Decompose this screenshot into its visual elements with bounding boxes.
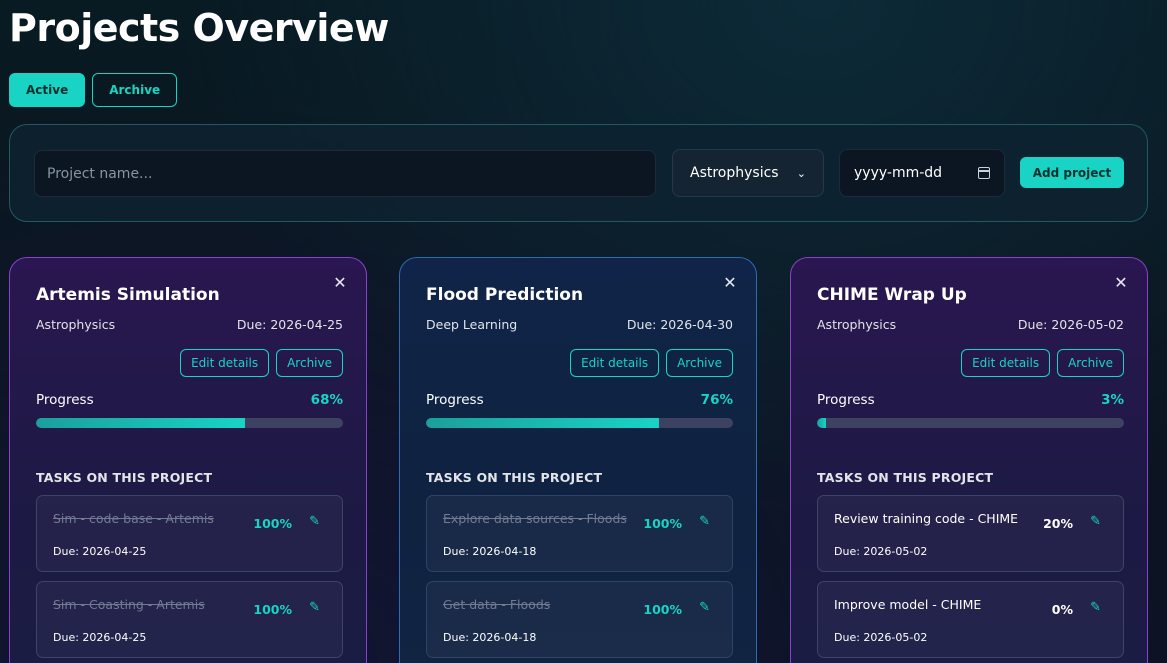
- project-category: Deep Learning: [426, 317, 518, 332]
- project-category: Astrophysics: [817, 317, 897, 332]
- due-date-input[interactable]: yyyy-mm-dd: [839, 149, 1005, 197]
- task-due-date: Due: 2026-05-02: [834, 545, 928, 558]
- progress-label: Progress: [36, 392, 94, 408]
- task-name: Review training code - CHIME: [834, 511, 1019, 526]
- task-percent: 100%: [253, 602, 292, 617]
- task-percent: 20%: [1043, 516, 1073, 531]
- task-name: Sim - code base - Artemis: [53, 511, 214, 526]
- pencil-icon[interactable]: ✎: [309, 514, 320, 529]
- close-icon[interactable]: ✕: [722, 275, 738, 291]
- task-percent: 100%: [643, 516, 682, 531]
- task-percent: 100%: [253, 516, 292, 531]
- project-card: ✕ Artemis Simulation Astrophysics Due: 2…: [9, 257, 367, 663]
- chevron-down-icon: ⌄: [796, 166, 806, 180]
- task-percent: 0%: [1051, 602, 1073, 617]
- task-due-date: Due: 2026-04-25: [53, 545, 147, 558]
- task-list: Review training code - CHIME Due: 2026-0…: [817, 495, 1124, 658]
- project-title: Flood Prediction: [426, 285, 584, 305]
- task-item: Explore data sources - Floods Due: 2026-…: [426, 495, 733, 572]
- progress-fill: [817, 418, 827, 428]
- task-due-date: Due: 2026-04-25: [53, 631, 147, 644]
- archive-button[interactable]: Archive: [276, 349, 343, 377]
- edit-details-button[interactable]: Edit details: [180, 349, 270, 377]
- task-due-date: Due: 2026-04-18: [443, 631, 537, 644]
- edit-details-button[interactable]: Edit details: [570, 349, 660, 377]
- archive-button[interactable]: Archive: [666, 349, 733, 377]
- project-due-date: Due: 2026-05-02: [1017, 317, 1124, 332]
- category-select-value: Astrophysics: [690, 165, 779, 181]
- task-list: Explore data sources - Floods Due: 2026-…: [426, 495, 733, 658]
- task-item: Sim - code base - Artemis Due: 2026-04-2…: [36, 495, 343, 572]
- progress-bar: [426, 418, 733, 428]
- tab-active[interactable]: Active: [9, 73, 86, 107]
- project-due-date: Due: 2026-04-30: [626, 317, 733, 332]
- progress-fill: [426, 418, 660, 428]
- category-select[interactable]: Astrophysics ⌄: [672, 149, 824, 197]
- task-item: Sim - Coasting - Artemis Due: 2026-04-25…: [36, 581, 343, 658]
- view-tabs: Active Archive: [9, 73, 178, 107]
- project-card: ✕ CHIME Wrap Up Astrophysics Due: 2026-0…: [790, 257, 1148, 663]
- tasks-heading: TASKS ON THIS PROJECT: [817, 470, 994, 485]
- task-list: Sim - code base - Artemis Due: 2026-04-2…: [36, 495, 343, 658]
- close-icon[interactable]: ✕: [332, 275, 348, 291]
- pencil-icon[interactable]: ✎: [1090, 600, 1101, 615]
- task-name: Get data - Floods: [443, 597, 551, 612]
- progress-bar: [817, 418, 1124, 428]
- progress-value: 3%: [1101, 392, 1124, 408]
- task-percent: 100%: [643, 602, 682, 617]
- due-date-placeholder: yyyy-mm-dd: [854, 165, 943, 181]
- progress-bar: [36, 418, 343, 428]
- progress-label: Progress: [817, 392, 875, 408]
- task-name: Improve model - CHIME: [834, 597, 982, 612]
- task-name: Sim - Coasting - Artemis: [53, 597, 205, 612]
- task-due-date: Due: 2026-04-18: [443, 545, 537, 558]
- project-card: ✕ Flood Prediction Deep Learning Due: 20…: [399, 257, 757, 663]
- edit-details-button[interactable]: Edit details: [961, 349, 1051, 377]
- project-title: Artemis Simulation: [36, 285, 220, 305]
- pencil-icon[interactable]: ✎: [1090, 514, 1101, 529]
- new-project-form: Project name... Astrophysics ⌄ yyyy-mm-d…: [9, 124, 1148, 222]
- page-title: Projects Overview: [9, 6, 389, 50]
- close-icon[interactable]: ✕: [1113, 275, 1129, 291]
- progress-value: 76%: [700, 392, 733, 408]
- tasks-heading: TASKS ON THIS PROJECT: [426, 470, 603, 485]
- tab-archive[interactable]: Archive: [92, 73, 178, 107]
- task-item: Improve model - CHIME Due: 2026-05-02 0%…: [817, 581, 1124, 658]
- calendar-icon[interactable]: [978, 167, 990, 179]
- project-due-date: Due: 2026-04-25: [236, 317, 343, 332]
- tasks-heading: TASKS ON THIS PROJECT: [36, 470, 213, 485]
- progress-fill: [36, 418, 245, 428]
- progress-label: Progress: [426, 392, 484, 408]
- project-name-input[interactable]: Project name...: [34, 150, 656, 197]
- pencil-icon[interactable]: ✎: [699, 600, 710, 615]
- archive-button[interactable]: Archive: [1057, 349, 1124, 377]
- project-title: CHIME Wrap Up: [817, 285, 967, 305]
- task-due-date: Due: 2026-05-02: [834, 631, 928, 644]
- project-category: Astrophysics: [36, 317, 116, 332]
- pencil-icon[interactable]: ✎: [309, 600, 320, 615]
- progress-value: 68%: [310, 392, 343, 408]
- task-item: Get data - Floods Due: 2026-04-18 100% ✎: [426, 581, 733, 658]
- task-item: Review training code - CHIME Due: 2026-0…: [817, 495, 1124, 572]
- pencil-icon[interactable]: ✎: [699, 514, 710, 529]
- add-project-button[interactable]: Add project: [1020, 157, 1124, 188]
- task-name: Explore data sources - Floods: [443, 511, 627, 526]
